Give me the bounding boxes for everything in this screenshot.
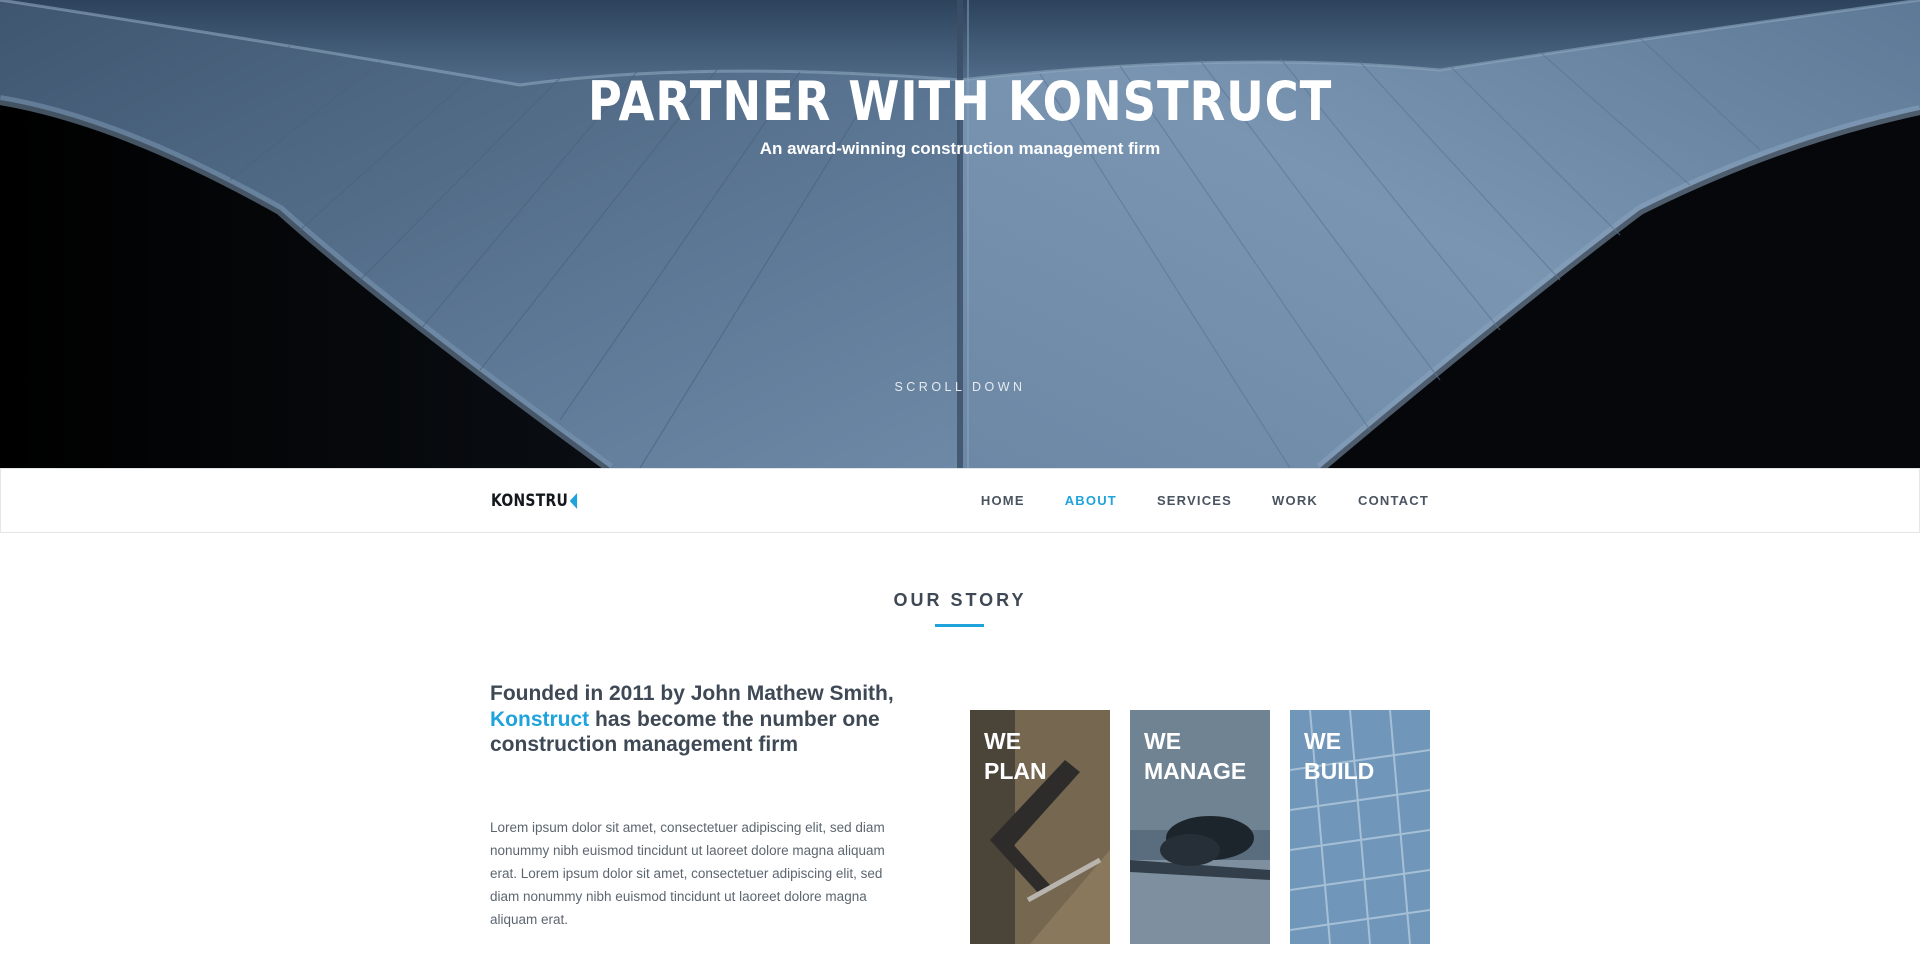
tile-we-build[interactable]: WE BUILD	[1290, 710, 1430, 944]
nav-item-contact[interactable]: CONTACT	[1358, 493, 1429, 508]
logo-chevron-icon	[569, 493, 578, 509]
logo-text: KONSTRU	[491, 491, 569, 511]
nav-item-home[interactable]: HOME	[981, 493, 1025, 508]
story-body-text: Lorem ipsum dolor sit amet, consectetuer…	[490, 820, 885, 927]
tile-label-manage: WE MANAGE	[1144, 728, 1247, 784]
hero-banner: PARTNER WITH KONSTRUCT An award-winning …	[0, 0, 1920, 468]
tile-label-plan: WE PLAN	[984, 728, 1047, 784]
nav-item-work[interactable]: WORK	[1272, 493, 1318, 508]
tile-we-plan[interactable]: WE PLAN	[970, 710, 1110, 944]
nav-menu: HOME ABOUT SERVICES WORK CONTACT	[981, 469, 1429, 532]
hero-subtitle: An award-winning construction management…	[759, 139, 1161, 158]
nav-item-about[interactable]: ABOUT	[1065, 493, 1117, 508]
tile-label-build: WE BUILD	[1304, 728, 1375, 784]
story-heading: Founded in 2011 by John Mathew Smith, Ko…	[490, 681, 910, 758]
tile-we-manage[interactable]: WE MANAGE	[1130, 710, 1270, 944]
site-logo[interactable]: KONSTRU	[491, 491, 578, 511]
scroll-down-link[interactable]: SCROLL DOWN	[0, 380, 1920, 394]
main-navbar: KONSTRU HOME ABOUT SERVICES WORK CONTACT	[0, 468, 1920, 533]
nav-item-services[interactable]: SERVICES	[1157, 493, 1232, 508]
section-title-our-story: OUR STORY	[893, 590, 1027, 610]
hero-title: PARTNER WITH KONSTRUCT	[587, 70, 1333, 133]
story-heading-lead: Founded in 2011 by John Mathew Smith,	[490, 682, 894, 705]
section-title-underline	[935, 624, 984, 627]
story-heading-brand: Konstruct	[490, 707, 590, 731]
